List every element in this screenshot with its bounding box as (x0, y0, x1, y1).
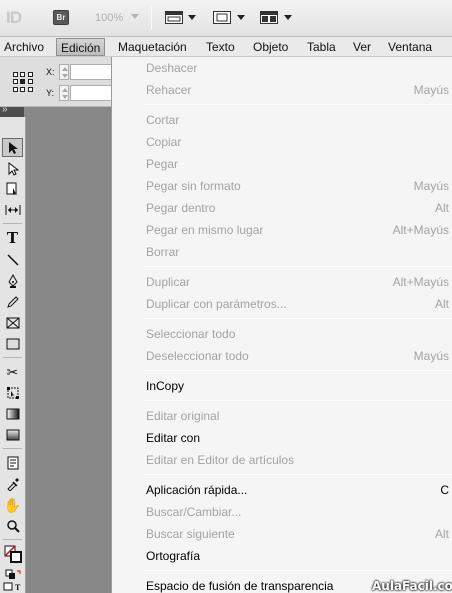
bridge-button[interactable]: Br (53, 10, 69, 25)
toolbar-divider (151, 6, 152, 30)
container-text-icon[interactable]: T (2, 577, 23, 593)
pencil-tool-icon[interactable] (2, 292, 23, 311)
y-field[interactable] (70, 85, 111, 101)
scissors-tool-icon[interactable]: ✂ (2, 362, 23, 381)
menu-texto[interactable]: Texto (206, 40, 235, 54)
menu-ver[interactable]: Ver (353, 40, 371, 54)
watermark: AulaFacil.com (372, 579, 452, 593)
y-label: Y: (46, 88, 55, 98)
document-area (27, 107, 111, 593)
eyedropper-tool-icon[interactable] (2, 474, 23, 493)
menu-tabla[interactable]: Tabla (307, 40, 336, 54)
zoom-dropdown-icon[interactable] (131, 14, 139, 19)
menu-separator (143, 370, 452, 371)
menu-separator (143, 266, 452, 267)
menu-separator (143, 318, 452, 319)
rectangle-tool-icon[interactable] (2, 334, 23, 353)
view-options-arrow-icon[interactable] (188, 15, 196, 20)
x-stepper[interactable] (59, 64, 69, 80)
zoom-tool-icon[interactable] (2, 516, 23, 535)
screen-mode-icon[interactable] (213, 11, 231, 24)
tools-panel: T ✂ ✋ T (0, 117, 26, 593)
gradient-swatch-tool-icon[interactable] (2, 404, 23, 423)
menu-edicion[interactable]: Edición (56, 38, 106, 56)
page-tool-icon[interactable] (2, 179, 23, 198)
fill-stroke-icon[interactable] (2, 544, 23, 563)
reference-point-icon[interactable] (13, 72, 33, 92)
application-bar: ID Br 100% (0, 0, 452, 37)
menu-ventana[interactable]: Ventana (388, 40, 432, 54)
control-panel: X: Y: (0, 57, 111, 107)
rectangle-frame-tool-icon[interactable] (2, 313, 23, 332)
zoom-level[interactable]: 100% (95, 12, 123, 24)
note-tool-icon[interactable] (2, 453, 23, 472)
arrange-documents-icon[interactable] (260, 11, 278, 24)
free-transform-tool-icon[interactable] (2, 383, 23, 402)
tools-panel-header[interactable] (0, 104, 24, 117)
selection-tool-icon[interactable] (2, 138, 23, 157)
menu-maquetacion[interactable]: Maquetación (118, 40, 187, 54)
gradient-feather-tool-icon[interactable] (2, 425, 23, 444)
arrange-documents-arrow-icon[interactable] (284, 15, 292, 20)
menu-archivo[interactable]: Archivo (4, 40, 44, 54)
menu-separator (143, 104, 452, 105)
edit-menu: Deshacer Rehacer Mayús Cortar Copiar Pega… (111, 57, 452, 593)
hand-tool-icon[interactable]: ✋ (2, 495, 23, 514)
menu-separator (143, 570, 452, 571)
gap-tool-icon[interactable] (2, 200, 23, 219)
type-tool-icon[interactable]: T (2, 229, 23, 248)
x-field[interactable] (70, 64, 111, 80)
view-options-icon[interactable] (165, 11, 183, 24)
svg-text:T: T (15, 583, 21, 592)
indesign-logo: ID (6, 8, 22, 27)
x-label: X: (46, 67, 55, 77)
y-stepper[interactable] (59, 85, 69, 101)
screen-mode-arrow-icon[interactable] (237, 15, 245, 20)
line-tool-icon[interactable] (2, 250, 23, 269)
menu-objeto[interactable]: Objeto (253, 40, 288, 54)
menu-bar: Archivo Edición Maquetación Texto Objeto… (0, 37, 452, 57)
menu-separator (143, 474, 452, 475)
direct-selection-tool-icon[interactable] (2, 159, 23, 178)
menu-separator (143, 400, 452, 401)
pen-tool-icon[interactable] (2, 271, 23, 290)
